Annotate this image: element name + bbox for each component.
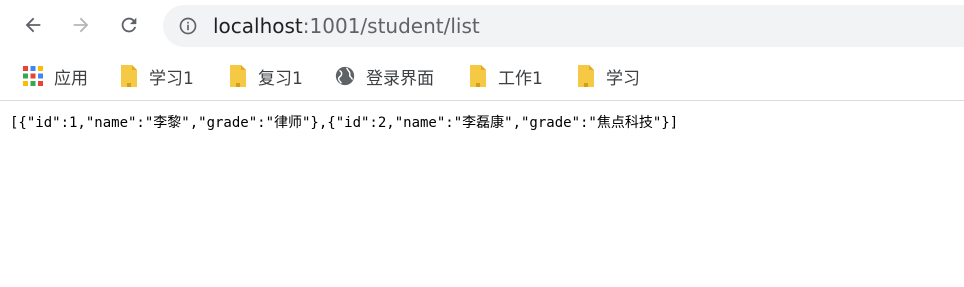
bookmark-login-page[interactable]: 登录界面 bbox=[334, 62, 434, 90]
folder-icon bbox=[230, 65, 246, 87]
site-info-icon[interactable] bbox=[177, 15, 199, 37]
back-button[interactable] bbox=[17, 9, 49, 41]
browser-toolbar: localhost:1001/student/list bbox=[0, 0, 964, 52]
bookmark-folder-fuxi1[interactable]: 复习1 bbox=[228, 62, 303, 90]
folder-icon bbox=[121, 65, 137, 87]
json-response-text: [{"id":1,"name":"李黎","grade":"律师"},{"id"… bbox=[10, 115, 679, 131]
bookmark-label: 学习 bbox=[606, 68, 640, 89]
bookmark-apps[interactable]: 应用 bbox=[22, 62, 88, 90]
bookmark-folder-xuexi1[interactable]: 学习1 bbox=[119, 62, 194, 90]
bookmark-label: 学习1 bbox=[149, 68, 194, 89]
url-path: :1001/student/list bbox=[302, 14, 480, 38]
globe-icon bbox=[335, 66, 355, 86]
url-text[interactable]: localhost:1001/student/list bbox=[213, 5, 480, 47]
bookmarks-bar: 应用 学习1 复习1 登录界面 工作1 学习 bbox=[0, 52, 964, 101]
reload-button[interactable] bbox=[113, 9, 145, 41]
apps-grid-icon bbox=[23, 66, 43, 86]
folder-icon bbox=[470, 65, 486, 87]
address-bar[interactable]: localhost:1001/student/list bbox=[163, 5, 964, 47]
arrow-left-icon bbox=[25, 17, 41, 33]
reload-icon bbox=[121, 17, 137, 33]
bookmark-folder-gongzuo1[interactable]: 工作1 bbox=[468, 62, 543, 90]
forward-button[interactable] bbox=[65, 9, 97, 41]
url-host: localhost bbox=[213, 14, 303, 38]
bookmark-label: 工作1 bbox=[498, 68, 543, 89]
folder-icon bbox=[578, 65, 594, 87]
bookmark-folder-xuexi[interactable]: 学习 bbox=[576, 62, 640, 90]
bookmark-label: 复习1 bbox=[258, 68, 303, 89]
bookmark-label: 登录界面 bbox=[366, 68, 434, 89]
bookmark-label: 应用 bbox=[54, 68, 88, 89]
arrow-right-icon bbox=[73, 17, 89, 33]
